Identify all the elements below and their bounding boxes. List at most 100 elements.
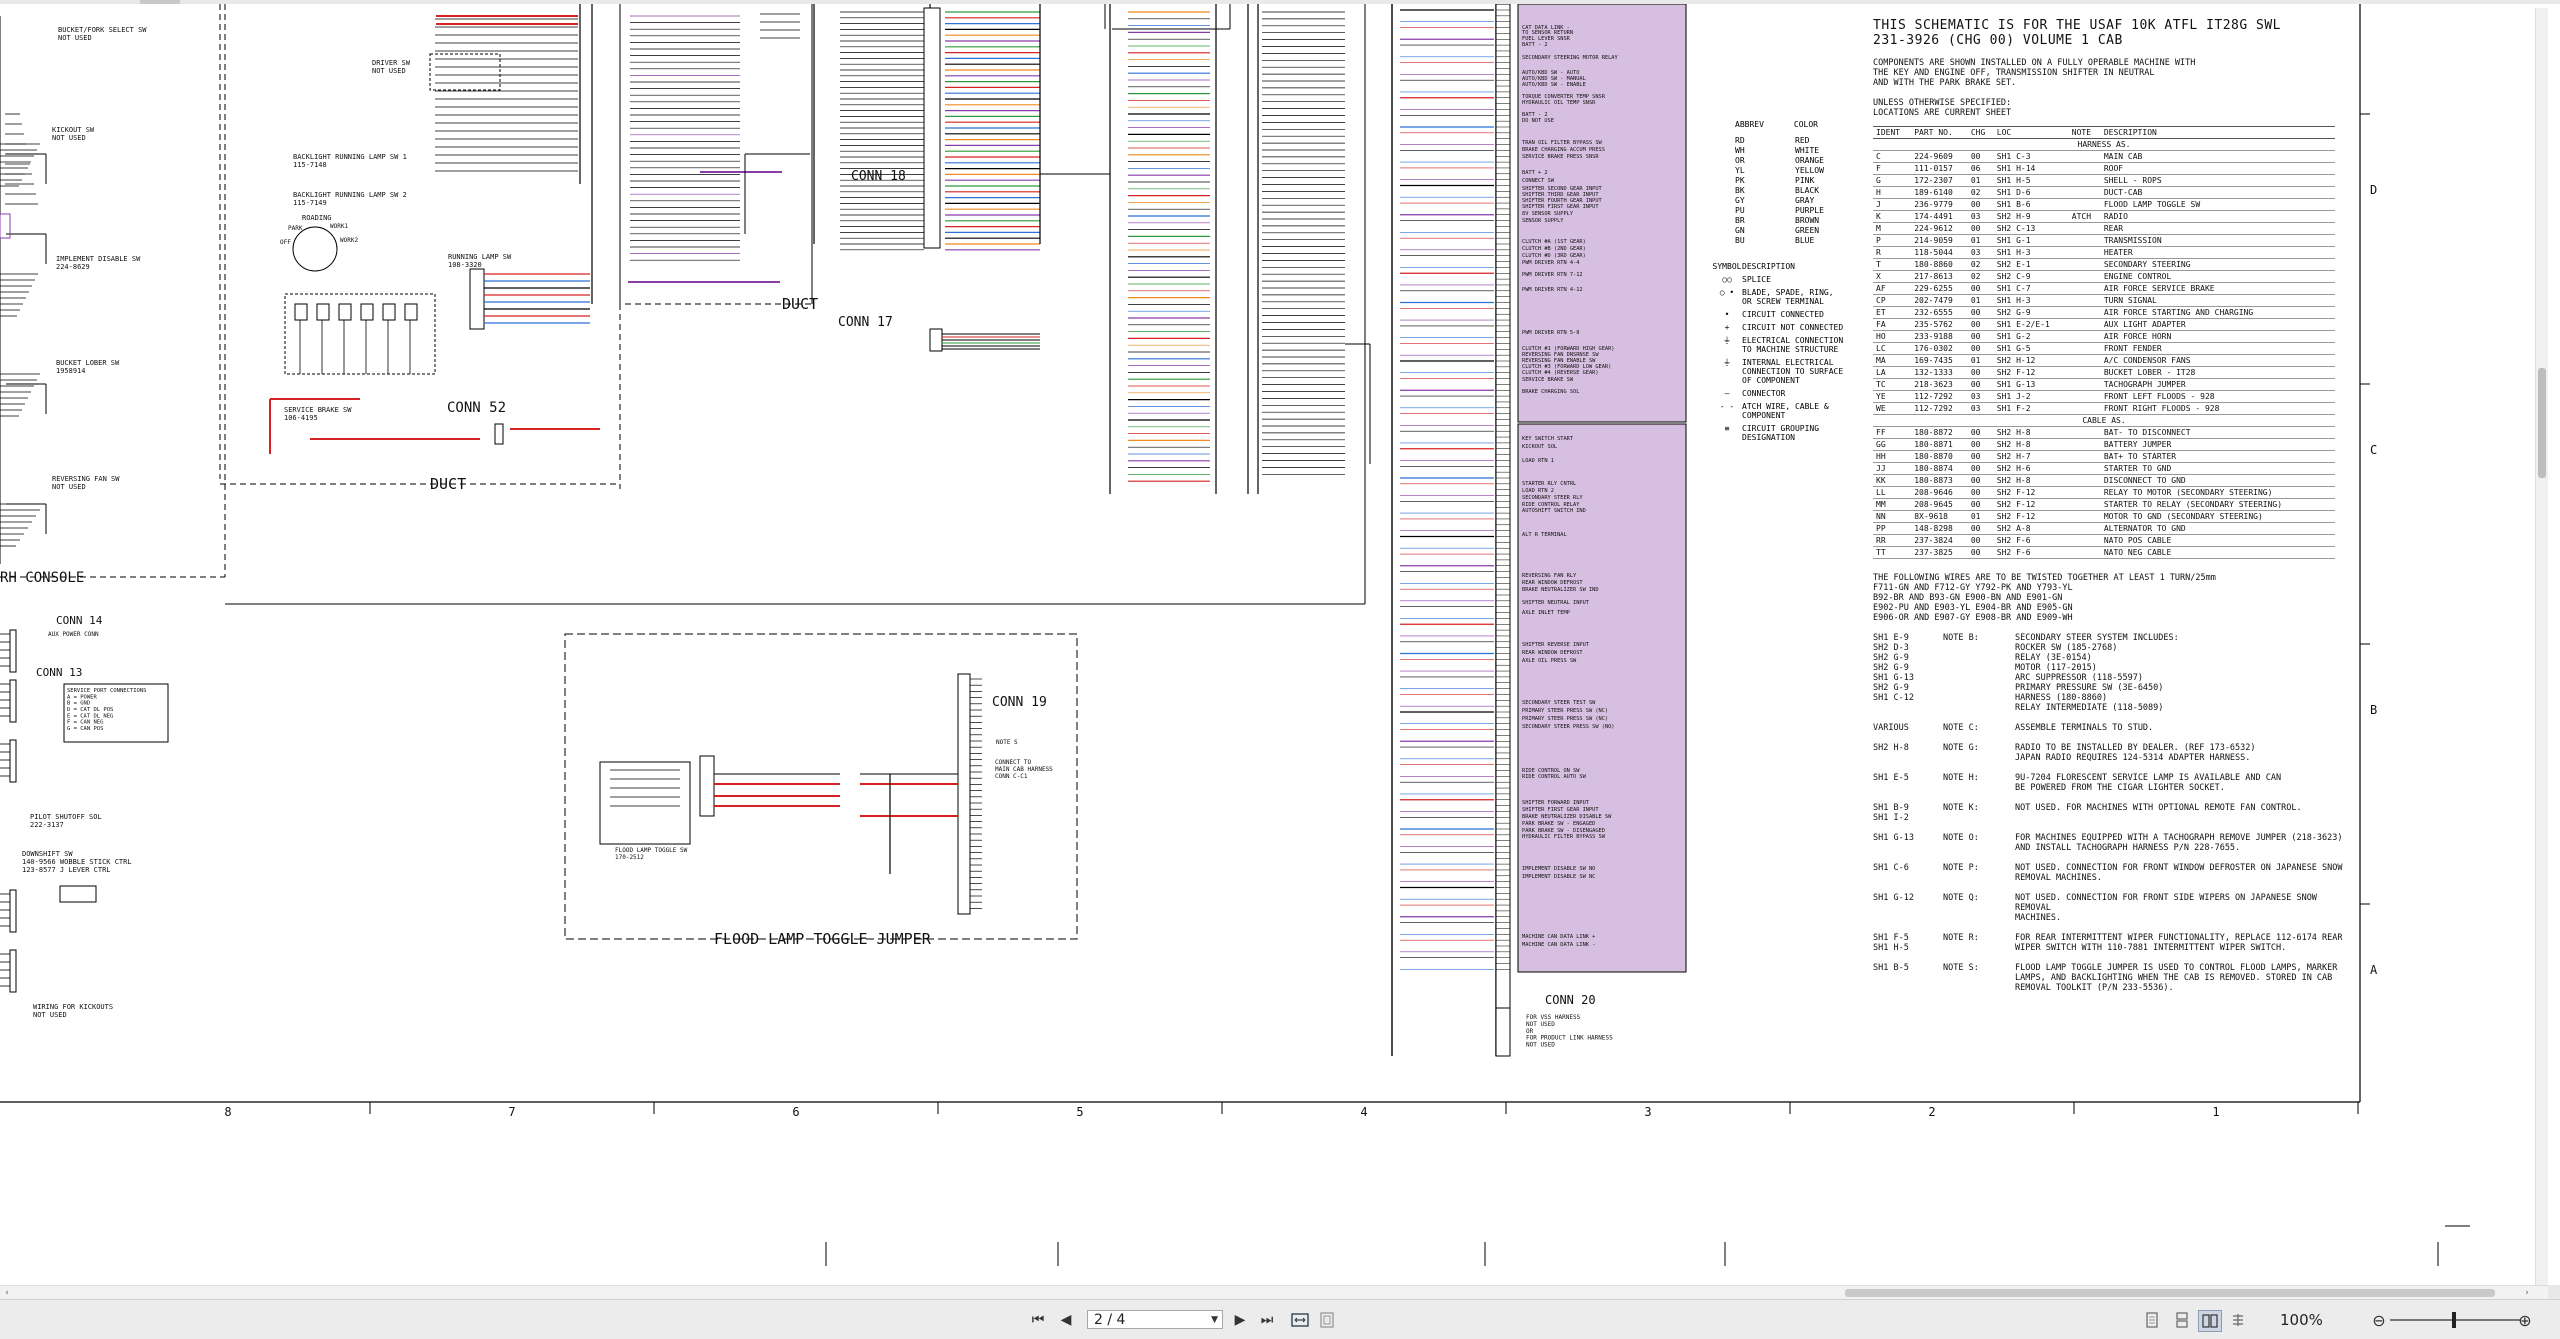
zoom-level[interactable]: 100% bbox=[2280, 1310, 2350, 1330]
table-cell: 00 bbox=[1967, 534, 1994, 547]
zoom-out-button[interactable]: ⊖ bbox=[2368, 1310, 2390, 1330]
table-cell: FLOOD LAMP TOGGLE SW bbox=[2100, 198, 2335, 211]
abbrev-row: RD RED bbox=[1735, 136, 1824, 146]
note-label: NOTE C: bbox=[1943, 723, 1979, 733]
table-cell: 01 bbox=[1967, 234, 1994, 247]
table-cell: SH1 H-14 bbox=[1993, 162, 2069, 175]
abbrev-color: BLUE bbox=[1795, 236, 1815, 245]
table-row: J 236-9779 00 SH1 B-6 FLOOD LAMP TOGGLE SW bbox=[1873, 198, 2335, 211]
vertical-scroll-thumb[interactable] bbox=[2538, 368, 2546, 478]
table-cell: SH2 H-8 bbox=[1993, 438, 2069, 451]
ecm-pin-label: ALT R TERMINAL bbox=[1522, 532, 1567, 538]
ecm-pin-label: TRAN OIL FILTER BYPASS SW bbox=[1522, 140, 1603, 146]
symbol-row: + CIRCUIT NOT CONNECTED bbox=[1712, 323, 1872, 332]
table-cell: KK bbox=[1873, 474, 1912, 487]
ecm-pin-label: LOAD RTN 2 bbox=[1522, 488, 1554, 494]
table-cell: 02 bbox=[1967, 186, 1994, 199]
note-entry: SH1 G-13 NOTE O: FOR MACHINES EQUIPPED WIT… bbox=[1873, 833, 2343, 853]
table-cell bbox=[2068, 330, 2101, 343]
note-label: NOTE S: bbox=[1943, 963, 1979, 973]
abbrev-code: BK bbox=[1735, 186, 1745, 195]
horizontal-scrollbar[interactable]: ‹ › bbox=[0, 1285, 2548, 1300]
zoom-slider[interactable] bbox=[2390, 1312, 2520, 1328]
abbrev-row: GY GRAY bbox=[1735, 196, 1824, 206]
table-cell bbox=[2068, 426, 2101, 439]
off-label: OFF bbox=[280, 239, 291, 246]
table-cell: HH bbox=[1873, 450, 1912, 463]
note-entry: SH1 B-5 NOTE S: FLOOD LAMP TOGGLE JUMPER I… bbox=[1873, 963, 2343, 993]
ecm-pin-label: SECONDARY STEER PRESS SW (NO) bbox=[1522, 724, 1614, 730]
table-cell bbox=[2068, 546, 2101, 559]
conn52-block bbox=[494, 423, 504, 445]
table-cell: 00 bbox=[1967, 498, 1994, 511]
single-page-button[interactable] bbox=[2141, 1310, 2163, 1330]
table-row: LC 176-0302 00 SH1 G-5 FRONT FENDER bbox=[1873, 342, 2335, 355]
fit-page-button[interactable] bbox=[1316, 1310, 1338, 1330]
fit-width-button[interactable] bbox=[1289, 1310, 1311, 1330]
table-cell: SH2 F-6 bbox=[1993, 546, 2069, 559]
table-group-row: CABLE AS. bbox=[1873, 414, 2335, 427]
scroll-right-icon[interactable]: › bbox=[2520, 1286, 2534, 1300]
table-cell bbox=[2068, 462, 2101, 475]
table-row: HO 233-9188 00 SH1 G-2 AIR FORCE HORN bbox=[1873, 330, 2335, 343]
table-cell: SH1 J-2 bbox=[1993, 390, 2069, 403]
symbol-row: • CIRCUIT CONNECTED bbox=[1712, 310, 1872, 319]
abbrev-color: BROWN bbox=[1795, 216, 1820, 225]
table-cell: 233-9188 bbox=[1911, 330, 1968, 343]
page-dropdown-icon[interactable]: ▼ bbox=[1211, 1311, 1218, 1330]
table-row: YE 112-7292 03 SH1 J-2 FRONT LEFT FLOODS - 9… bbox=[1873, 390, 2335, 403]
zoom-in-button[interactable]: ⊕ bbox=[2514, 1310, 2536, 1330]
table-cell: SH2 F-12 bbox=[1993, 486, 2069, 499]
table-cell: 112-7292 bbox=[1911, 402, 1968, 415]
table-cell: 02 bbox=[1967, 258, 1994, 271]
next-page-button[interactable]: ▶ bbox=[1229, 1310, 1251, 1330]
ecm-pin-label: PRIMARY STEER PRESS SW (NC) bbox=[1522, 716, 1608, 722]
scroll-left-icon[interactable]: ‹ bbox=[0, 1286, 14, 1300]
table-row: LA 132-1333 00 SH2 F-12 BUCKET LOBER - IT28 bbox=[1873, 366, 2335, 379]
conn52-label: CONN 52 bbox=[447, 400, 506, 416]
table-row: ET 232-6555 00 SH2 G-9 AIR FORCE STARTING AN… bbox=[1873, 306, 2335, 319]
ecm-pin-label: SERVICE BRAKE SW bbox=[1522, 377, 1574, 383]
table-cell: 111-0157 bbox=[1911, 162, 1968, 175]
component-table: IDENT PART NO. CHG LOC NOTE DESCRIPTION HARNE… bbox=[1873, 126, 2335, 559]
two-page-button[interactable] bbox=[2198, 1310, 2222, 1332]
conn20-notes: FOR VSS HARNESS NOT USED OR FOR PRODUCT LIN… bbox=[1526, 1014, 1613, 1049]
table-cell: SH1 C-3 bbox=[1993, 150, 2069, 163]
flood-toggle-switch bbox=[599, 761, 691, 845]
vertical-scrollbar[interactable] bbox=[2535, 8, 2548, 1285]
table-cell: 00 bbox=[1967, 306, 1994, 319]
rotate-view-button[interactable] bbox=[2227, 1310, 2249, 1330]
table-cell: 00 bbox=[1967, 318, 1994, 331]
ecm-pin-label: IMPLEMENT DISABLE SW NC bbox=[1522, 874, 1595, 880]
conn18-label: CONN 18 bbox=[851, 169, 906, 184]
continuous-page-button[interactable] bbox=[2171, 1310, 2193, 1330]
table-cell: AIR FORCE STARTING AND CHARGING bbox=[2100, 306, 2335, 319]
table-cell: 00 bbox=[1967, 342, 1994, 355]
table-cell: BATTERY JUMPER bbox=[2100, 438, 2335, 451]
page-number-field[interactable]: 2 / 4 ▼ bbox=[1087, 1310, 1223, 1329]
table-cell bbox=[2068, 150, 2101, 163]
ecm-pin-label: STARTER RLY CNTRL bbox=[1522, 481, 1576, 487]
last-page-button[interactable]: ⏭ bbox=[1256, 1310, 1278, 1330]
table-cell: MA bbox=[1873, 354, 1912, 367]
connector-block bbox=[9, 949, 17, 993]
symbol-glyph: ⏚ bbox=[1723, 358, 1731, 367]
table-cell: SH1 C-7 bbox=[1993, 282, 2069, 295]
abbrev-color: PINK bbox=[1795, 176, 1815, 185]
zoom-slider-handle[interactable] bbox=[2452, 1312, 2456, 1328]
table-cell: ET bbox=[1873, 306, 1912, 319]
table-cell: SH1 E-2/E-1 bbox=[1993, 318, 2069, 331]
first-page-button[interactable]: ⏮ bbox=[1027, 1310, 1049, 1330]
document-canvas[interactable]: 8 7 6 5 4 3 2 1 D C B A BUCKET/FORK SELECT SW NOT USE… bbox=[0, 4, 2548, 1285]
page-number-value: 2 / 4 bbox=[1094, 1312, 1126, 1328]
horizontal-scroll-thumb[interactable] bbox=[1845, 1289, 2495, 1297]
table-cell: 03 bbox=[1967, 390, 1994, 403]
table-cell: 180-8870 bbox=[1911, 450, 1968, 463]
previous-page-button[interactable]: ◀ bbox=[1055, 1310, 1077, 1330]
table-cell: 132-1333 bbox=[1911, 366, 1968, 379]
table-cell: 00 bbox=[1967, 330, 1994, 343]
abbrev-color: WHITE bbox=[1795, 146, 1820, 155]
table-cell: 237-3825 bbox=[1911, 546, 1968, 559]
symbol-row: - - ATCH WIRE, CABLE & COMPONENT bbox=[1712, 402, 1872, 420]
symbol-glyph: ○○ bbox=[1722, 275, 1732, 284]
